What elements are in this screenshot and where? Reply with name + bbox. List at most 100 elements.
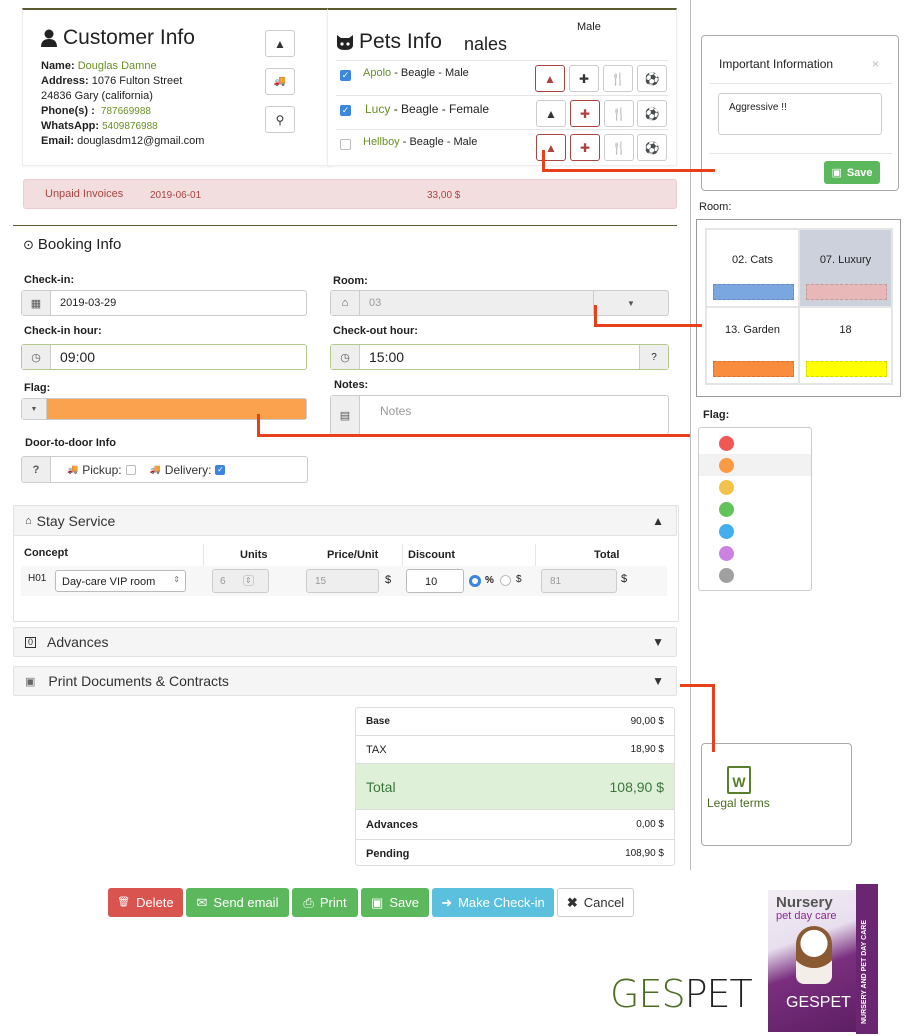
dog-image [796,926,832,984]
modal-save-button[interactable]: ▣ Save [824,161,880,184]
pet-name[interactable]: Hellboy [363,136,400,148]
pet-warning-button[interactable]: ▲ [536,134,566,161]
truck-icon: 🚚 [67,464,79,474]
print-button[interactable]: ⎙ Print [292,888,358,917]
flag-option[interactable] [699,476,811,498]
notes-textarea[interactable]: ▤ Notes [330,395,669,435]
pet-medical-button[interactable]: ✚ [570,100,600,127]
divider [710,153,892,154]
cancel-button[interactable]: ✖ Cancel [557,888,634,917]
pet-name[interactable]: Lucy [365,102,390,116]
warning-icon: ▲ [274,36,286,51]
flag-color-dot [719,523,734,539]
legal-terms-card[interactable]: W Legal terms [701,743,852,846]
pet-play-button[interactable]: ⚽ [637,100,667,127]
discount-amount-radio[interactable] [500,575,511,586]
flag-color-dot [719,435,734,451]
pet-warning-button[interactable]: ▲ [535,65,565,92]
summary-table: Base 90,00 $ TAX 18,90 $ Total 108,90 $ Adv… [355,707,675,866]
flag-picker [698,427,812,591]
customer-whatsapp[interactable]: 5409876988 [102,121,158,132]
pet-play-button[interactable]: ⚽ [637,134,667,161]
pets-overlay-text: nales [464,34,508,54]
unpaid-invoices-alert[interactable]: Unpaid Invoices 2019-06-01 33,00 $ [23,179,677,209]
connector-line [542,150,545,171]
print-documents-header[interactable]: ▣ Print Documents & Contracts ▼ [13,666,677,696]
modal-title: Important Information [719,57,834,71]
pet-food-button[interactable]: 🍴 [604,100,634,127]
pet-medical-button[interactable]: ✚ [569,65,599,92]
important-info-modal: Important Information × Aggressive !! ▣ S… [701,35,899,191]
flag-option[interactable] [699,542,811,564]
customer-phone[interactable]: 787669988 [101,106,151,117]
delivery-checkbox[interactable]: ✓ [215,464,226,475]
customer-transport-button[interactable]: 🚚 [265,68,295,95]
customer-info-panel: Customer Info Name: Douglas Damne Addres… [22,8,333,166]
customer-email[interactable]: douglasdm12@gmail.com [77,135,204,147]
flag-color-dot [719,457,734,473]
flag-option[interactable] [699,432,811,454]
room-option-label: 13. Garden [724,323,781,336]
save-button[interactable]: ▣ Save [361,888,429,917]
advances-header[interactable]: 0 Advances ▼ [13,627,677,657]
room-color-bar [713,283,794,300]
pet-medical-button[interactable]: ✚ [570,134,600,161]
room-option[interactable]: 13. Garden [706,306,799,384]
important-info-textarea[interactable]: Aggressive !! [718,93,882,135]
pet-warning-button[interactable]: ▲ [536,100,566,127]
pet-checkbox[interactable] [340,139,351,150]
help-icon[interactable]: ? [639,345,668,369]
concept-select[interactable]: Day-care VIP room ⇕ [55,570,186,592]
checkout-hour-input[interactable]: ◷ 15:00 ? [330,344,669,370]
summary-row-pending: Pending 108,90 $ [366,847,664,860]
delete-button[interactable]: 🗑 Delete [108,888,183,917]
discount-input[interactable]: 10 [406,569,464,593]
send-email-button[interactable]: ✉ Send email [186,888,289,917]
room-dropdown-toggle[interactable]: ▼ [593,291,668,315]
checkin-date-input[interactable]: ▦ 2019-03-29 [21,290,307,316]
spinner-icon[interactable]: ⇕ [243,575,254,586]
modal-close-button[interactable]: × [872,57,879,71]
sign-in-icon: ➜ [441,894,453,910]
room-color-bar [806,283,887,300]
room-select[interactable]: ⌂ 03 ▼ [330,290,669,316]
customer-location-button[interactable]: ⚲ [265,106,295,133]
booking-title: ⊙ Booking Info [23,236,122,253]
customer-city: 24836 Gary (california) [41,90,153,102]
floppy-icon: ▣ [831,167,842,179]
flag-color-dot [719,501,734,517]
file-text-icon: ▤ [331,396,360,434]
total-input: 81 [541,569,617,593]
checkin-hour-input[interactable]: ◷ 09:00 [21,344,307,370]
room-option[interactable]: 07. Luxury [799,229,892,307]
room-option[interactable]: 18 [799,306,892,384]
flag-select[interactable]: ▼ [21,398,307,420]
stay-service-header[interactable]: ⌂ Stay Service ▲ [13,505,677,536]
chevron-down-icon: ▼ [652,635,664,649]
pet-checkbox[interactable]: ✓ [340,105,351,116]
flag-option[interactable] [699,564,811,586]
discount-percent-radio[interactable] [469,575,481,587]
connector-line [594,324,702,327]
room-option-label: 18 [839,323,852,336]
pet-food-button[interactable]: 🍴 [603,65,633,92]
customer-warning-button[interactable]: ▲ [265,30,295,57]
pet-food-button[interactable]: 🍴 [604,134,634,161]
caret-down-icon: ▼ [22,399,47,419]
pet-play-button[interactable]: ⚽ [637,65,667,92]
chevron-down-icon: ▼ [652,674,664,688]
flag-option[interactable] [699,520,811,542]
flag-option[interactable] [699,454,811,476]
pet-checkbox[interactable]: ✓ [340,70,351,81]
clock-icon: ◷ [22,345,51,369]
make-checkin-button[interactable]: ➜ Make Check-in [432,888,554,917]
pet-name[interactable]: Apolo [363,67,391,79]
summary-row-total: Total 108,90 $ [356,764,674,810]
room-option[interactable]: 02. Cats [706,229,799,307]
price-input[interactable]: 15 [306,569,379,593]
units-input[interactable]: 6 ⇕ [212,569,269,593]
pickup-checkbox[interactable] [125,464,136,475]
flag-option[interactable] [699,498,811,520]
floppy-icon: ▣ [371,894,384,910]
pets-title: Pets Info [336,30,442,54]
